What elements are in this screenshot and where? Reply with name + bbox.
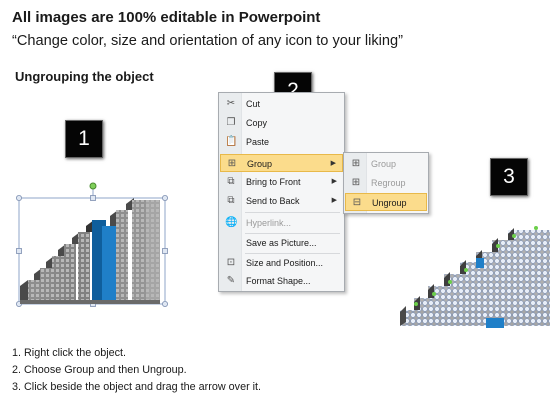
- stair-blocks: [20, 198, 160, 304]
- resize-handle[interactable]: [16, 248, 22, 254]
- menu-item-paste[interactable]: 📋 Paste: [220, 133, 343, 151]
- scissors-icon: ✂: [226, 98, 236, 109]
- menu-item-cut[interactable]: ✂ Cut: [220, 95, 343, 113]
- copy-icon: ❐: [226, 117, 236, 128]
- resize-handle[interactable]: [16, 194, 22, 201]
- resize-handle[interactable]: [161, 301, 168, 308]
- context-menu: ✂ Cut ❐ Copy 📋 Paste ⊞ Group ▶ ⧉ Bring t…: [218, 92, 345, 292]
- menu-item-size-and-position[interactable]: ⊡ Size and Position...: [220, 254, 343, 272]
- page-title: All images are 100% editable in Powerpoi…: [12, 9, 321, 26]
- menu-item-hyperlink: 🌐 Hyperlink...: [225, 217, 292, 228]
- menu-item-send-to-back[interactable]: ⧉ Send to Back ▶: [220, 192, 343, 210]
- menu-item-format-shape[interactable]: ✎ Format Shape...: [220, 272, 343, 290]
- send-to-back-icon: ⧉: [227, 195, 235, 206]
- resize-handle[interactable]: [90, 195, 96, 201]
- instruction-step: 1. Right click the object.: [12, 347, 127, 359]
- ungrouped-staircase-object[interactable]: [392, 222, 552, 334]
- size-position-icon: ⊡: [226, 257, 236, 268]
- menu-item-save-as-picture[interactable]: Save as Picture...: [220, 234, 343, 252]
- submenu-item-regroup: ⊞ Regroup: [351, 177, 406, 188]
- regroup-icon: ⊞: [351, 177, 361, 188]
- group-icon: ⊞: [227, 158, 237, 169]
- step-badge-3: 3: [490, 158, 528, 196]
- submenu-arrow-icon: ▶: [330, 160, 336, 167]
- submenu-item-ungroup[interactable]: ⊟ Ungroup: [345, 193, 427, 211]
- submenu-arrow-icon: ▶: [331, 178, 337, 185]
- submenu-item-group: ⊞ Group: [351, 158, 397, 169]
- step-badge-1: 1: [65, 120, 103, 158]
- menu-item-group[interactable]: ⊞ Group ▶: [220, 154, 343, 172]
- paste-icon: 📋: [225, 136, 238, 147]
- resize-handle[interactable]: [161, 194, 168, 201]
- bring-to-front-icon: ⧉: [227, 176, 235, 187]
- menu-item-copy[interactable]: ❐ Copy: [220, 114, 343, 132]
- submenu-arrow-icon: ▶: [331, 197, 337, 204]
- group-icon: ⊞: [351, 158, 361, 169]
- grouped-staircase-object[interactable]: [10, 178, 175, 310]
- format-shape-icon: ✎: [226, 275, 236, 286]
- page-subtitle: “Change color, size and orientation of a…: [12, 33, 404, 49]
- group-submenu: ⊞ Group ⊞ Regroup ⊟ Ungroup: [343, 152, 429, 214]
- ungroup-icon: ⊟: [352, 197, 362, 208]
- section-title: Ungrouping the object: [15, 69, 154, 84]
- instruction-step: 2. Choose Group and then Ungroup.: [12, 364, 187, 376]
- instruction-step: 3. Click beside the object and drag the …: [12, 381, 262, 393]
- hyperlink-icon: 🌐: [225, 217, 238, 228]
- ungrouped-blocks: [400, 226, 550, 328]
- menu-item-bring-to-front[interactable]: ⧉ Bring to Front ▶: [220, 173, 343, 191]
- resize-handle[interactable]: [162, 248, 168, 254]
- instruction-list: 1. Right click the object. 2. Choose Gro…: [12, 345, 261, 396]
- rotate-handle[interactable]: [89, 182, 97, 190]
